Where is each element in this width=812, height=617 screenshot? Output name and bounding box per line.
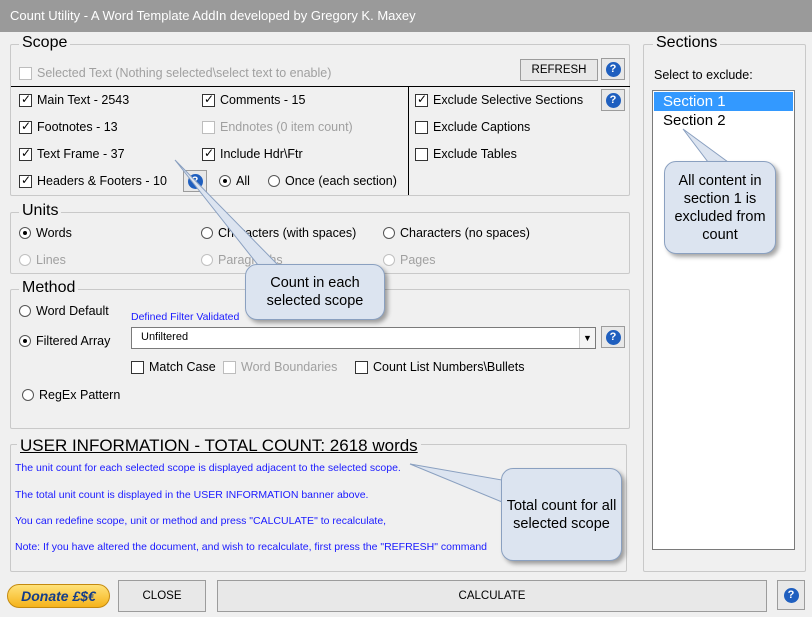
sections-listbox[interactable]: Section 1 Section 2 xyxy=(652,90,795,550)
headers-footers-checkbox[interactable]: Headers & Footers - 10 xyxy=(19,173,167,188)
exclude-sections-help-button[interactable]: ? xyxy=(601,89,625,111)
section-item-2[interactable]: Section 2 xyxy=(654,111,793,130)
word-boundaries-checkbox: Word Boundaries xyxy=(223,360,337,374)
help-icon: ? xyxy=(605,329,621,345)
filter-dropdown-value: Unfiltered xyxy=(141,331,189,343)
refresh-button[interactable]: REFRESH xyxy=(520,59,598,81)
chars-with-spaces-radio[interactable]: Characters (with spaces) xyxy=(201,226,356,240)
exclude-selective-sections-checkbox[interactable]: Exclude Selective Sections xyxy=(415,92,583,107)
scope-legend: Scope xyxy=(19,34,71,52)
help-icon: ? xyxy=(783,587,799,603)
scope-callout: Count in each selected scope xyxy=(245,264,385,320)
regex-pattern-radio[interactable]: RegEx Pattern xyxy=(22,388,120,402)
scope-top-divider xyxy=(11,86,630,87)
endnotes-checkbox: Endnotes (0 item count) xyxy=(202,120,353,134)
info-line-3: You can redefine scope, unit or method a… xyxy=(15,515,387,527)
include-hdr-ftr-checkbox[interactable]: Include Hdr\Ftr xyxy=(202,146,303,161)
scope-group: Scope Selected Text (Nothing selected\se… xyxy=(10,34,630,196)
title-bar: Count Utility - A Word Template AddIn de… xyxy=(0,0,812,32)
section-callout: All content in section 1 is excluded fro… xyxy=(664,161,776,254)
once-radio[interactable]: Once (each section) xyxy=(268,174,397,188)
help-icon: ? xyxy=(187,173,203,189)
filtered-array-radio[interactable]: Filtered Array xyxy=(19,334,110,348)
window-title: Count Utility - A Word Template AddIn de… xyxy=(10,8,416,23)
units-legend: Units xyxy=(19,202,62,220)
exclude-tables-checkbox[interactable]: Exclude Tables xyxy=(415,147,517,161)
selected-text-checkbox: Selected Text (Nothing selected\select t… xyxy=(19,66,331,80)
main-help-button[interactable]: ? xyxy=(777,580,805,610)
refresh-help-button[interactable]: ? xyxy=(601,58,625,80)
main-text-checkbox[interactable]: Main Text - 2543 xyxy=(19,92,129,107)
calculate-button[interactable]: CALCULATE xyxy=(217,580,767,612)
scope-vertical-divider xyxy=(408,86,409,195)
exclude-captions-checkbox[interactable]: Exclude Captions xyxy=(415,120,530,134)
method-legend: Method xyxy=(19,279,79,297)
sections-prompt: Select to exclude: xyxy=(654,68,753,82)
total-callout: Total count for all selected scope xyxy=(501,468,622,561)
filter-label: Defined Filter Validated xyxy=(131,311,240,323)
text-frame-checkbox[interactable]: Text Frame - 37 xyxy=(19,146,125,161)
dialog-body: Scope Selected Text (Nothing selected\se… xyxy=(0,32,812,617)
sections-group: Sections Select to exclude: Section 1 Se… xyxy=(643,34,806,572)
info-line-4: Note: If you have altered the document, … xyxy=(15,541,488,553)
comments-checkbox[interactable]: Comments - 15 xyxy=(202,92,305,107)
donate-button[interactable]: Donate £$€ xyxy=(7,584,110,608)
help-icon: ? xyxy=(605,61,621,77)
total-count-banner: USER INFORMATION - TOTAL COUNT: 2618 wor… xyxy=(17,436,421,456)
info-line-1: The unit count for each selected scope i… xyxy=(15,462,401,474)
words-radio[interactable]: Words xyxy=(19,226,72,240)
all-radio[interactable]: All xyxy=(219,174,250,188)
filter-help-button[interactable]: ? xyxy=(601,326,625,348)
word-default-radio[interactable]: Word Default xyxy=(19,304,109,318)
info-line-2: The total unit count is displayed in the… xyxy=(15,489,369,501)
help-icon: ? xyxy=(605,92,621,108)
sections-legend: Sections xyxy=(653,34,721,52)
chars-no-spaces-radio[interactable]: Characters (no spaces) xyxy=(383,226,530,240)
chevron-down-icon[interactable]: ▼ xyxy=(579,328,595,348)
close-button[interactable]: CLOSE xyxy=(118,580,206,612)
headers-footers-help-button[interactable]: ? xyxy=(183,170,207,192)
section-item-1[interactable]: Section 1 xyxy=(654,92,793,111)
filter-dropdown[interactable]: Unfiltered ▼ xyxy=(131,327,596,349)
pages-radio: Pages xyxy=(383,253,435,267)
lines-radio: Lines xyxy=(19,253,66,267)
match-case-checkbox[interactable]: Match Case xyxy=(131,360,216,374)
footnotes-checkbox[interactable]: Footnotes - 13 xyxy=(19,119,118,134)
count-list-numbers-checkbox[interactable]: Count List Numbers\Bullets xyxy=(355,360,524,374)
